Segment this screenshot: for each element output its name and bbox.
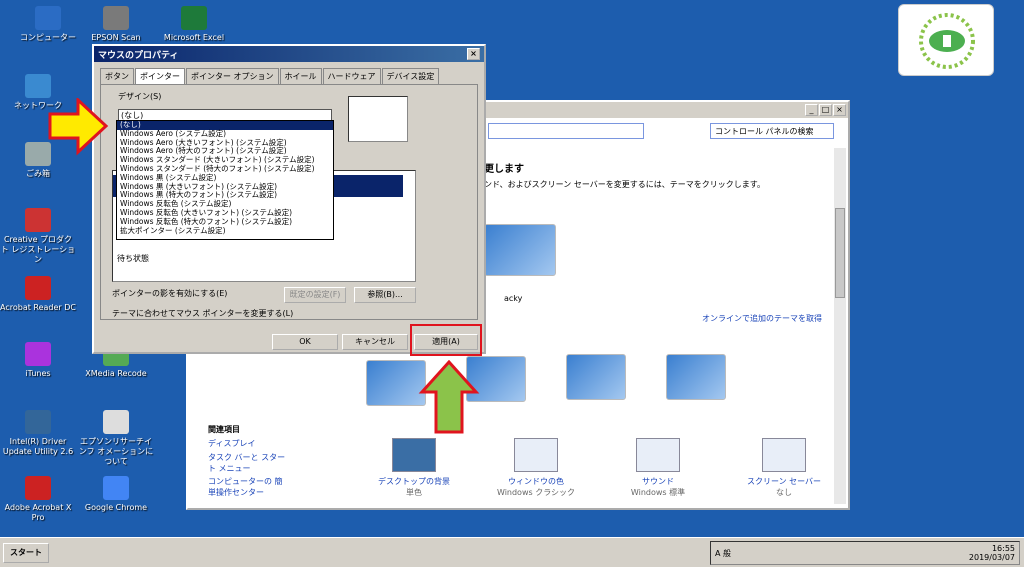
app-icon [103,476,129,500]
desktop-icon-label: エプソンリサーチインフ オメーションについて [78,437,154,466]
app-icon [25,276,51,300]
desktop-icon[interactable]: EPSON Scan [78,6,154,43]
app-icon [25,342,51,366]
system-tray: A 般 16:55 2019/03/07 [710,541,1020,565]
item-icon [514,438,558,472]
desktop-icon[interactable]: エプソンリサーチインフ オメーションについて [78,410,154,467]
desktop-icon[interactable]: iTunes [0,342,76,379]
tab[interactable]: ボタン [100,68,134,84]
wait-label: 待ち状態 [117,254,149,263]
leaf-plug-icon [919,13,975,69]
shadow-checkbox[interactable]: ポインターの影を有効にする(E) [112,288,227,299]
mp-titlebar[interactable]: マウスのプロパティ × [94,46,484,62]
battery-gadget[interactable] [898,4,994,76]
design-dropdown[interactable]: (なし) Windows Aero (システム設定) Windows Aero (大… [116,120,334,240]
desktop-icon-label: Creative プロダクト レジストレーション [0,235,76,264]
desktop-icon-label: XMedia Recode [85,369,147,378]
desktop-icon-label: iTunes [25,369,51,378]
app-icon [25,208,51,232]
related-link-taskbar[interactable]: タスク バーと スタート メニュー [208,452,288,474]
close-button[interactable]: × [833,104,846,116]
clock-time: 16:55 [991,544,1015,553]
item-sub: 単色 [406,488,422,497]
design-label: デザイン(S) [118,92,162,101]
personalize-item[interactable]: スクリーン セーバー なし [734,438,834,498]
tab[interactable]: ポインター オプション [186,68,279,84]
dropdown-item[interactable]: 拡大ポインター (システム設定) [117,226,333,236]
related-title: 関連項目 [208,425,240,434]
app-icon [103,410,129,434]
desktop-icon-label: Intel(R) Driver Update Utility 2.6 [2,437,74,456]
desktop-icon[interactable]: Creative プロダクト レジストレーション [0,208,76,265]
theme-thumb-a[interactable] [366,360,426,406]
online-themes-link[interactable]: オンラインで追加のテーマを取得 [702,313,822,324]
default-button[interactable]: 既定の設定(F) [284,287,346,303]
item-label: ウィンドウの色 [508,477,564,486]
desktop-icon[interactable]: Intel(R) Driver Update Utility 2.6 [0,410,76,457]
personalize-item[interactable]: ウィンドウの色 Windows クラシック [486,438,586,498]
cp-scrollbar[interactable] [834,148,846,504]
mp-close-button[interactable]: × [467,48,480,60]
mp-title: マウスのプロパティ [98,50,179,61]
clock[interactable]: 16:55 2019/03/07 [969,544,1015,562]
desktop-icon[interactable]: Acrobat Reader DC [0,276,76,313]
desktop-icon-label: Acrobat Reader DC [0,303,76,312]
app-icon [35,6,61,30]
clock-date: 2019/03/07 [968,553,1015,562]
desktop-icon-label: Google Chrome [84,503,148,512]
tab[interactable]: デバイス設定 [381,68,440,84]
item-label: サウンド [642,477,674,486]
desktop-icon[interactable]: Google Chrome [78,476,154,513]
minimize-button[interactable]: _ [805,104,818,116]
item-icon [762,438,806,472]
tab[interactable]: ホイール [279,68,322,84]
theme-name: acky [504,294,523,303]
page-description: ンド、およびスクリーン セーバーを変更するには、テーマをクリックします。 [484,180,765,189]
app-icon [25,476,51,500]
ok-button[interactable]: OK [272,334,338,350]
search-input[interactable]: コントロール パネルの検索 [710,123,834,139]
desktop-icon[interactable]: Adobe Acrobat X Pro [0,476,76,523]
app-icon [25,74,51,98]
item-icon [636,438,680,472]
desktop-icon-label: EPSON Scan [91,33,141,42]
browse-button[interactable]: 参照(B)... [354,287,416,303]
related-link-ease[interactable]: コンピューターの 簡単操作センター [208,476,288,498]
theme-thumb-1[interactable] [484,224,556,276]
yellow-arrow-icon [48,98,109,156]
ime-indicator[interactable]: A 般 [715,548,731,559]
theme-thumb-c[interactable] [566,354,626,400]
item-sub: Windows 標準 [630,488,686,497]
app-icon [25,410,51,434]
personalize-item[interactable]: デスクトップの背景 単色 [364,438,464,498]
desktop-icon-label: ごみ箱 [26,169,50,178]
personalize-item[interactable]: サウンド Windows 標準 [608,438,708,498]
maximize-button[interactable]: □ [819,104,832,116]
pointer-preview [348,96,408,142]
app-icon [181,6,207,30]
item-icon [392,438,436,472]
cancel-button[interactable]: キャンセル [342,334,408,350]
apply-highlight [410,324,482,356]
tab[interactable]: ポインター [135,68,185,84]
item-sub: Windows クラシック [496,488,576,497]
app-icon [103,6,129,30]
related-link-display[interactable]: ディスプレイ [208,438,255,449]
item-label: デスクトップの背景 [378,477,450,486]
page-heading: 更します [484,164,524,175]
green-arrow-icon [418,360,480,434]
desktop-icon-label: Adobe Acrobat X Pro [4,503,72,522]
desktop-icon[interactable]: コンピューター [10,6,86,43]
mp-tabs: ボタン ポインター ポインター オプション ホイール ハードウェア デバイス設定 [94,62,484,84]
taskbar: スタート A 般 16:55 2019/03/07 [0,537,1024,567]
cp-scroll-thumb[interactable] [835,208,845,298]
address-bar[interactable] [488,123,644,139]
start-button[interactable]: スタート [3,542,49,563]
item-label: スクリーン セーバー [746,477,822,486]
desktop-icon-label: コンピューター [20,33,76,42]
item-sub: なし [776,488,792,497]
tab[interactable]: ハードウェア [322,68,381,84]
theme-thumb-d[interactable] [666,354,726,400]
theme-pointer-checkbox[interactable]: テーマに合わせてマウス ポインターを変更する(L) [112,308,293,319]
